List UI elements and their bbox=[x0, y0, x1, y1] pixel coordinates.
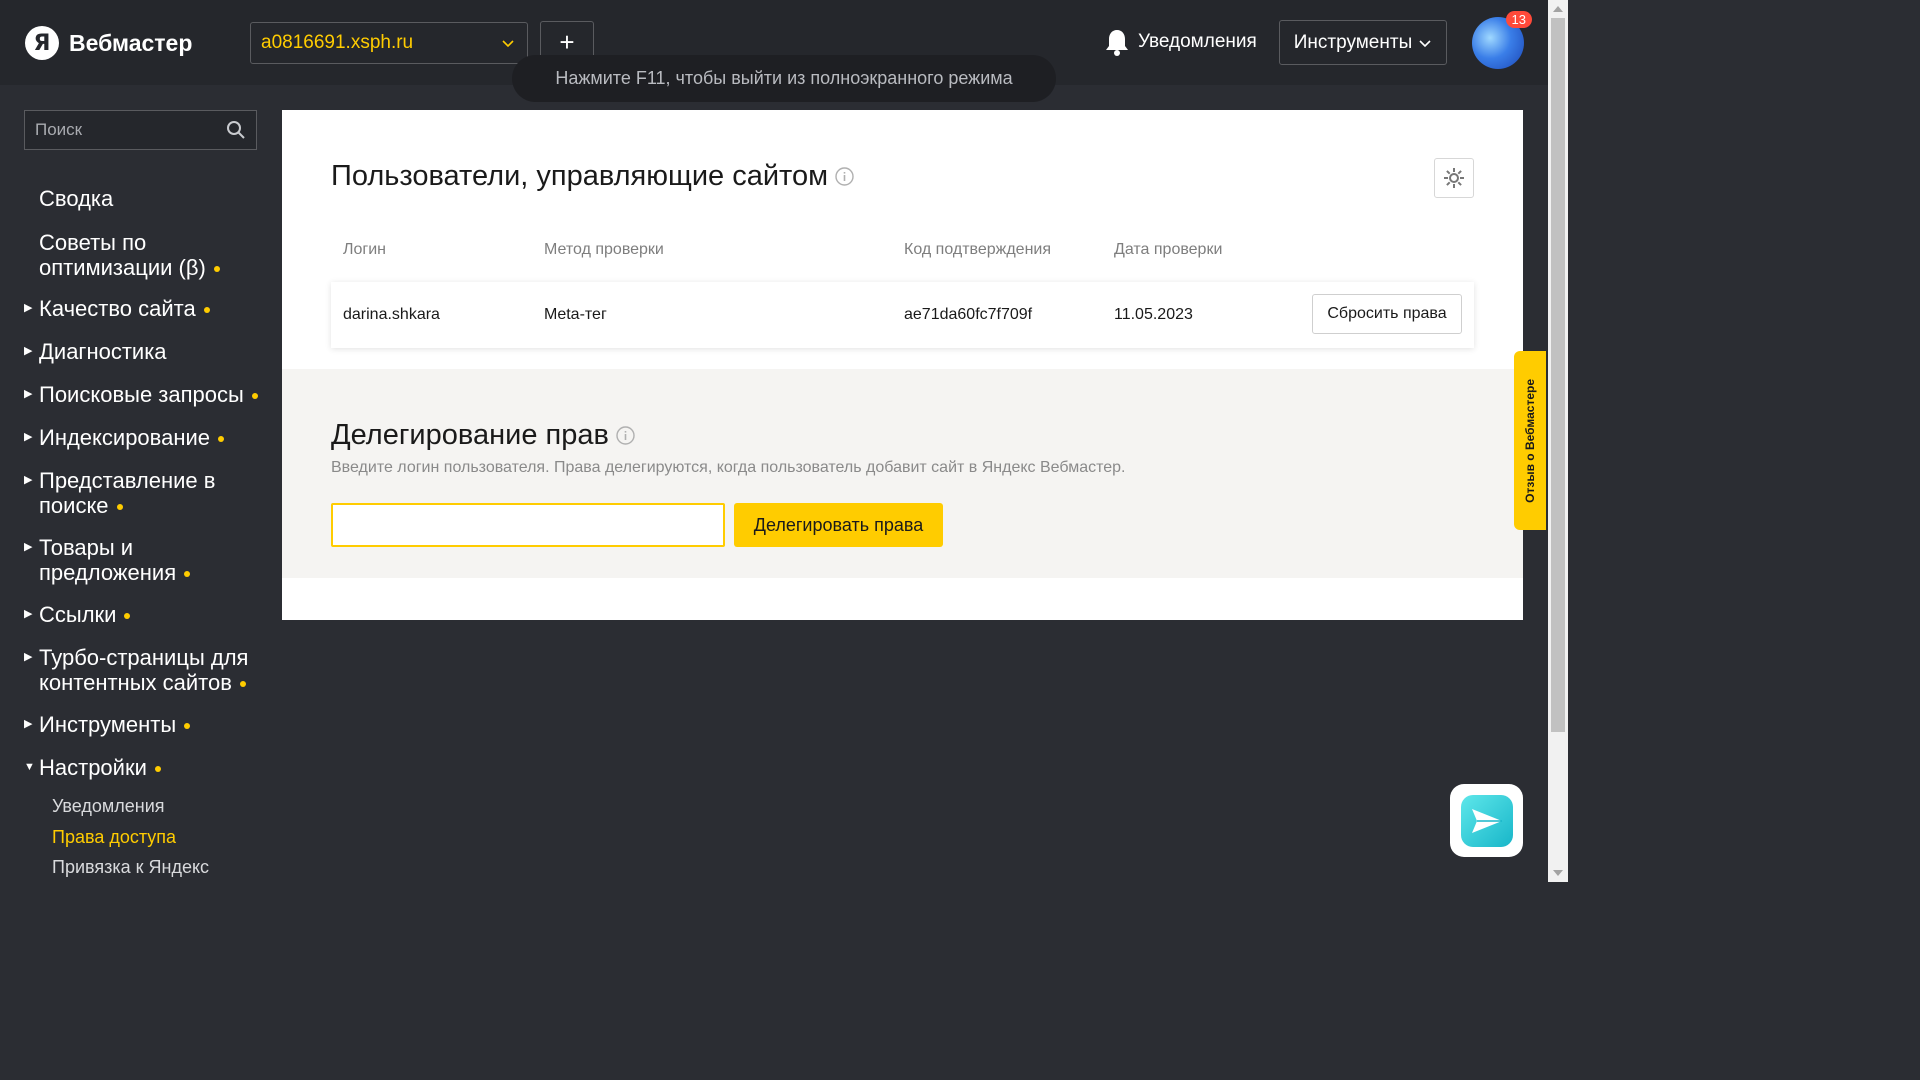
chat-widget-button[interactable] bbox=[1450, 784, 1523, 857]
cell-code: ae71da60fc7f709f bbox=[904, 306, 1033, 323]
feedback-tab[interactable]: Отзыв о Вебмастере bbox=[1514, 351, 1546, 530]
notifications-button[interactable]: Уведомления bbox=[1104, 28, 1257, 56]
caret-right-icon: ▶ bbox=[24, 431, 33, 443]
sidebar-item-search-appearance[interactable]: ▶ Представление в поиске bbox=[24, 468, 224, 518]
bell-icon bbox=[1106, 30, 1128, 56]
caret-right-icon: ▶ bbox=[24, 541, 33, 553]
cell-login: darina.shkara bbox=[343, 306, 440, 323]
delegation-title: Делегирование прав bbox=[331, 419, 635, 452]
search-icon[interactable] bbox=[226, 120, 246, 140]
sidebar-item-label: Представление в поиске bbox=[39, 468, 216, 518]
chevron-down-icon bbox=[502, 40, 514, 48]
access-rights-card: Пользователи, управляющие сайтом Логин М… bbox=[282, 110, 1523, 620]
sidebar-item-label: Настройки bbox=[39, 755, 147, 780]
sidebar-item-label: Качество сайта bbox=[39, 296, 196, 321]
update-dot bbox=[203, 307, 210, 314]
tools-dropdown[interactable]: Инструменты bbox=[1279, 20, 1447, 65]
chevron-down-icon bbox=[1419, 39, 1431, 47]
sidebar-item-site-quality[interactable]: ▶ Качество сайта bbox=[24, 296, 264, 321]
fullscreen-toast: Нажмите F11, чтобы выйти из полноэкранно… bbox=[512, 55, 1056, 102]
sidebar-item-label: Поисковые запросы bbox=[39, 382, 244, 407]
table-row: darina.shkara Meta-тег ae71da60fc7f709f … bbox=[331, 282, 1474, 348]
site-selector-value: a0816691.xsph.ru bbox=[261, 32, 414, 53]
caret-right-icon: ▶ bbox=[24, 718, 33, 730]
sidebar-item-settings[interactable]: ▼ Настройки bbox=[24, 755, 264, 780]
column-header-login: Логин bbox=[343, 241, 387, 258]
caret-right-icon: ▶ bbox=[24, 651, 33, 663]
reset-rights-button[interactable]: Сбросить права bbox=[1312, 294, 1462, 334]
scrollbar-thumb[interactable] bbox=[1551, 18, 1565, 732]
sidebar-item-diagnostics[interactable]: ▶ Диагностика bbox=[24, 339, 264, 364]
caret-right-icon: ▶ bbox=[24, 474, 33, 486]
update-dot bbox=[239, 681, 246, 688]
update-dot bbox=[251, 393, 258, 400]
delegation-section: Делегирование прав Введите логин пользов… bbox=[282, 369, 1523, 578]
sidebar-item-label: Диагностика bbox=[39, 339, 167, 364]
delegation-login-input[interactable] bbox=[331, 503, 725, 547]
update-dot bbox=[184, 723, 191, 730]
search-input[interactable]: Поиск bbox=[24, 110, 257, 150]
page-title: Пользователи, управляющие сайтом bbox=[331, 160, 854, 193]
caret-down-icon: ▼ bbox=[24, 761, 35, 773]
page-scrollbar[interactable] bbox=[1548, 0, 1568, 882]
sidebar-item-search-queries[interactable]: ▶ Поисковые запросы bbox=[24, 382, 284, 407]
sidebar-item-label: Ссылки bbox=[39, 602, 117, 627]
sidebar-item-label: Инструменты bbox=[39, 712, 177, 737]
logo-text: Вебмастер bbox=[69, 29, 193, 56]
notification-count-badge: 13 bbox=[1505, 11, 1532, 28]
caret-right-icon: ▶ bbox=[24, 388, 33, 400]
users-section-title: Пользователи, управляющие сайтом bbox=[331, 160, 829, 192]
update-dot bbox=[124, 613, 131, 620]
update-dot bbox=[184, 571, 191, 578]
column-header-method: Метод проверки bbox=[544, 241, 664, 258]
search-placeholder: Поиск bbox=[35, 120, 83, 139]
cell-method: Meta-тег bbox=[544, 306, 607, 323]
info-icon[interactable] bbox=[835, 167, 854, 186]
column-header-code: Код подтверждения bbox=[904, 241, 1052, 258]
sidebar-item-label: Турбо-страницы для контентных сайтов bbox=[39, 645, 249, 695]
sidebar-item-links[interactable]: ▶ Ссылки bbox=[24, 602, 264, 627]
sidebar-item-products[interactable]: ▶ Товары и предложения bbox=[24, 535, 224, 585]
scroll-down-icon[interactable] bbox=[1553, 870, 1563, 876]
update-dot bbox=[218, 436, 225, 443]
yandex-logo-icon: Я bbox=[25, 26, 59, 60]
caret-right-icon: ▶ bbox=[24, 345, 33, 357]
send-icon bbox=[1460, 794, 1513, 847]
sidebar-item-optimization-tips[interactable]: Советы по оптимизации (β) bbox=[24, 230, 264, 280]
logo[interactable]: Я Вебмастер bbox=[25, 26, 192, 60]
sidebar-item-label: Советы по оптимизации (β) bbox=[39, 230, 206, 280]
sidebar-item-turbo-pages[interactable]: ▶ Турбо-страницы для контентных сайтов bbox=[24, 645, 269, 695]
notifications-label: Уведомления bbox=[1138, 31, 1257, 52]
caret-right-icon: ▶ bbox=[24, 608, 33, 620]
settings-button[interactable] bbox=[1434, 158, 1474, 198]
sidebar-subitem-notifications[interactable]: Уведомления bbox=[52, 796, 165, 817]
delegation-title-text: Делегирование прав bbox=[331, 419, 609, 451]
gear-icon bbox=[1444, 168, 1464, 188]
site-selector[interactable]: a0816691.xsph.ru bbox=[250, 22, 528, 64]
tools-label: Инструменты bbox=[1293, 31, 1413, 53]
avatar[interactable]: 13 bbox=[1472, 11, 1532, 69]
sidebar-subitem-yandex-binding[interactable]: Привязка к Яндекс bbox=[52, 857, 209, 878]
sidebar-item-label: Сводка bbox=[39, 186, 114, 211]
delegation-description: Введите логин пользователя. Права делеги… bbox=[331, 459, 1126, 476]
sidebar-item-indexing[interactable]: ▶ Индексирование bbox=[24, 425, 264, 450]
sidebar-subitem-access-rights[interactable]: Права доступа bbox=[52, 827, 176, 848]
update-dot bbox=[154, 766, 161, 773]
cell-date: 11.05.2023 bbox=[1114, 306, 1193, 323]
sidebar-item-label: Товары и предложения bbox=[39, 535, 177, 585]
column-header-date: Дата проверки bbox=[1114, 241, 1223, 258]
delegate-rights-button[interactable]: Делегировать права bbox=[734, 503, 943, 547]
scroll-up-icon[interactable] bbox=[1553, 6, 1563, 12]
caret-right-icon: ▶ bbox=[24, 302, 33, 314]
info-icon[interactable] bbox=[616, 426, 635, 445]
sidebar-item-tools[interactable]: ▶ Инструменты bbox=[24, 712, 264, 737]
update-dot bbox=[213, 266, 220, 273]
sidebar-item-label: Индексирование bbox=[39, 425, 211, 450]
feedback-tab-label: Отзыв о Вебмастере bbox=[1523, 378, 1537, 503]
sidebar-item-summary[interactable]: Сводка bbox=[24, 186, 264, 211]
update-dot bbox=[116, 504, 123, 511]
